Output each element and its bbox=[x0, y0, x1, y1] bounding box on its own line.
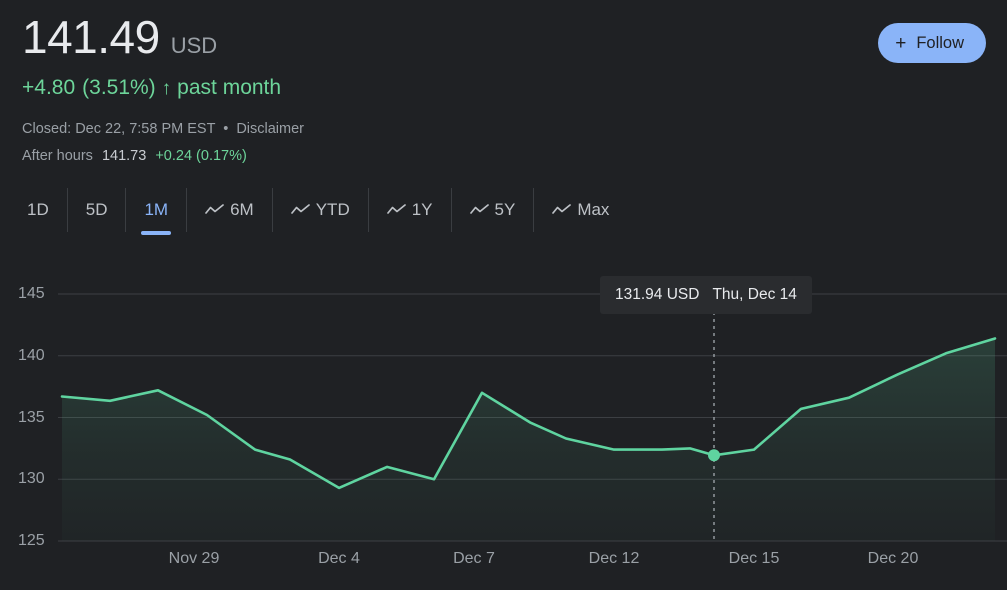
tab-5d[interactable]: 5D bbox=[66, 188, 126, 232]
arrow-up-icon: ↑ bbox=[161, 77, 172, 99]
time-range-tabs: 1D 5D 1M 6M YTD 1Y 5Y Max bbox=[21, 188, 627, 235]
current-price: 141.49 bbox=[22, 11, 160, 63]
change-percent: (3.51%) bbox=[82, 76, 156, 99]
sparkline-icon bbox=[552, 204, 572, 214]
x-axis-tick-label: Dec 15 bbox=[728, 550, 780, 567]
change-absolute: +4.80 bbox=[22, 76, 76, 99]
tab-max[interactable]: Max bbox=[533, 188, 627, 232]
tab-label: Max bbox=[577, 200, 610, 219]
tab-label: 1Y bbox=[411, 200, 433, 219]
price-change-row: +4.80 (3.51%) ↑ past month bbox=[22, 76, 281, 100]
chart-canvas bbox=[58, 277, 1007, 542]
currency-label: USD bbox=[170, 33, 218, 58]
market-status-line: Closed: Dec 22, 7:58 PM EST • Disclaimer bbox=[22, 121, 304, 137]
y-axis-tick-label: 145 bbox=[18, 285, 45, 302]
y-axis-tick-label: 140 bbox=[18, 346, 45, 364]
active-tab-underline bbox=[141, 231, 172, 235]
meta-separator: • bbox=[223, 121, 229, 137]
after-hours-price: 141.73 bbox=[101, 148, 147, 164]
chart-area-fill bbox=[62, 338, 995, 541]
tooltip-value: 131.94 USD bbox=[615, 286, 700, 303]
tab-1d[interactable]: 1D bbox=[21, 188, 67, 232]
tab-1m[interactable]: 1M bbox=[125, 188, 186, 235]
y-axis-tick-label: 130 bbox=[18, 470, 45, 488]
tab-label: 1D bbox=[27, 200, 49, 219]
follow-button[interactable]: + Follow bbox=[878, 23, 986, 63]
x-axis-tick-label: Dec 4 bbox=[318, 550, 360, 567]
tab-label: 5D bbox=[85, 200, 108, 219]
tab-ytd[interactable]: YTD bbox=[271, 188, 368, 232]
x-axis-tick-label: Dec 12 bbox=[588, 550, 640, 567]
quote-header: 141.49 USD bbox=[22, 14, 217, 60]
y-axis-tick-label: 135 bbox=[18, 408, 45, 426]
tab-6m[interactable]: 6M bbox=[186, 188, 272, 232]
chart-tooltip: 131.94 USD Thu, Dec 14 bbox=[600, 276, 812, 314]
after-hours-label: After hours bbox=[22, 148, 93, 164]
sparkline-icon bbox=[290, 204, 310, 214]
price-chart[interactable]: 125 130 135 140 145 Nov 29 Dec 4 Dec 7 Dec 12 De… bbox=[0, 255, 1007, 590]
tab-label: 1M bbox=[144, 200, 169, 219]
closed-timestamp: Closed: Dec 22, 7:58 PM EST bbox=[22, 121, 216, 137]
tab-label: 6M bbox=[230, 200, 254, 219]
x-axis-tick-label: Dec 7 bbox=[453, 550, 495, 567]
tooltip-date: Thu, Dec 14 bbox=[712, 286, 797, 303]
sparkline-icon bbox=[205, 204, 224, 214]
x-axis-tick-label: Dec 20 bbox=[867, 550, 919, 567]
sparkline-icon bbox=[386, 204, 406, 214]
tab-label: YTD bbox=[315, 200, 350, 219]
after-hours-line: After hours 141.73 +0.24 (0.17%) bbox=[22, 148, 247, 164]
stock-quote-panel: 141.49 USD +4.80 (3.51%) ↑ past month Cl… bbox=[0, 0, 1007, 590]
sparkline-icon bbox=[469, 204, 489, 214]
follow-button-label: Follow bbox=[916, 33, 964, 52]
tab-label: 5Y bbox=[494, 200, 516, 219]
x-axis-tick-label: Nov 29 bbox=[168, 550, 220, 567]
disclaimer-link[interactable]: Disclaimer bbox=[236, 121, 304, 137]
after-hours-change: +0.24 (0.17%) bbox=[155, 148, 247, 164]
tab-1y[interactable]: 1Y bbox=[367, 188, 451, 232]
change-period-label: past month bbox=[177, 76, 282, 99]
hover-data-point bbox=[708, 449, 720, 462]
tab-5y[interactable]: 5Y bbox=[450, 188, 534, 232]
plus-icon: + bbox=[895, 32, 907, 54]
y-axis-tick-label: 125 bbox=[18, 532, 45, 549]
